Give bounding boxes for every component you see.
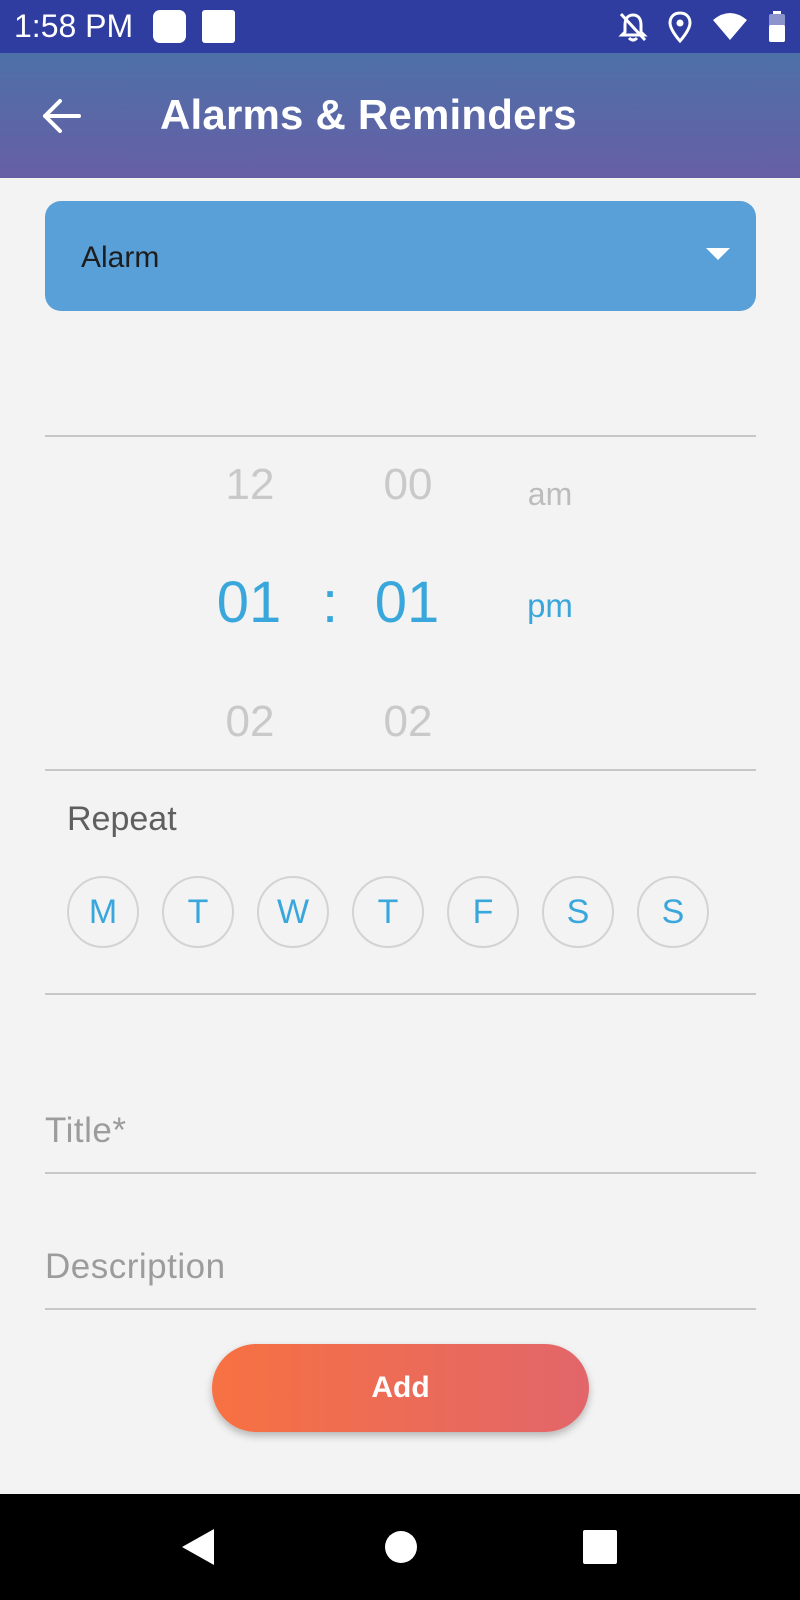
page-title: Alarms & Reminders: [160, 91, 577, 138]
period-selected[interactable]: pm: [500, 587, 600, 625]
dropdown-selected-value: Alarm: [81, 241, 160, 274]
chevron-down-icon: [706, 248, 730, 260]
type-dropdown[interactable]: Alarm: [45, 201, 756, 311]
nav-recents-button[interactable]: [565, 1514, 635, 1580]
nav-back-icon: [182, 1529, 214, 1565]
day-toggle-tuesday[interactable]: T: [162, 876, 234, 948]
battery-icon: [768, 11, 786, 43]
minute-next[interactable]: 02: [358, 697, 458, 747]
status-bar: 1:58 PM: [0, 0, 800, 53]
back-arrow-icon: [43, 99, 81, 133]
divider: [45, 435, 756, 437]
hour-prev[interactable]: 12: [200, 460, 300, 510]
nav-home-button[interactable]: [366, 1514, 436, 1580]
description-placeholder[interactable]: Description: [45, 1247, 226, 1287]
day-toggle-saturday[interactable]: S: [542, 876, 614, 948]
day-toggle-thursday[interactable]: T: [352, 876, 424, 948]
day-toggle-wednesday[interactable]: W: [257, 876, 329, 948]
minute-prev[interactable]: 00: [358, 460, 458, 510]
notification-square-icon: [202, 10, 235, 43]
app-bar: Alarms & Reminders: [0, 53, 800, 178]
notification-square-icon: [153, 10, 186, 43]
day-toggle-sunday[interactable]: S: [637, 876, 709, 948]
bell-off-icon: [618, 11, 648, 43]
day-toggle-friday[interactable]: F: [447, 876, 519, 948]
wifi-icon: [712, 12, 748, 42]
location-pin-icon: [668, 11, 692, 43]
add-button[interactable]: Add: [212, 1344, 589, 1432]
hour-next[interactable]: 02: [200, 697, 300, 747]
status-icons: [618, 10, 786, 44]
nav-back-button[interactable]: [163, 1514, 233, 1580]
back-button[interactable]: [38, 93, 84, 139]
nav-home-icon: [385, 1531, 417, 1563]
minute-selected[interactable]: 01: [357, 569, 457, 636]
system-nav-bar: [0, 1494, 800, 1600]
description-underline: [45, 1308, 756, 1310]
day-toggle-monday[interactable]: M: [67, 876, 139, 948]
nav-recents-icon: [583, 1530, 617, 1564]
title-placeholder[interactable]: Title*: [45, 1111, 126, 1151]
period-prev[interactable]: am: [500, 476, 600, 513]
divider: [45, 993, 756, 995]
status-time: 1:58 PM: [14, 8, 134, 44]
repeat-label: Repeat: [67, 800, 177, 838]
title-underline: [45, 1172, 756, 1174]
divider: [45, 769, 756, 771]
